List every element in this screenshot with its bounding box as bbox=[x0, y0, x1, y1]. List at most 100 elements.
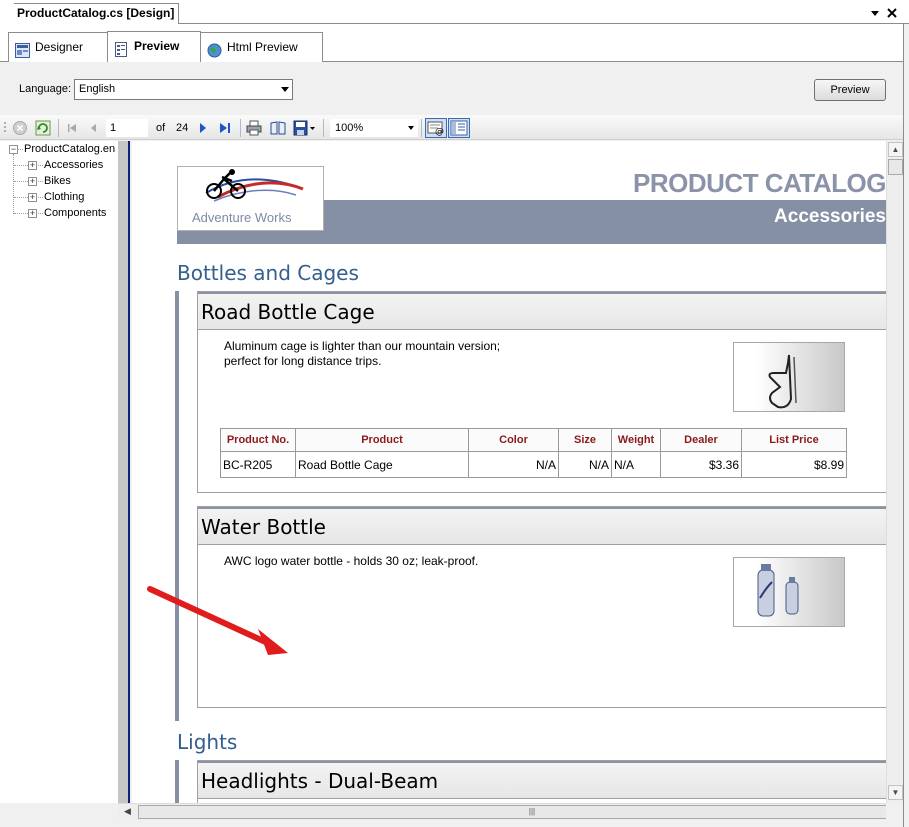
page-total-label: 24 bbox=[176, 122, 189, 134]
column-header: Color bbox=[468, 428, 559, 452]
tab-dropdown-icon[interactable] bbox=[868, 6, 882, 20]
water-bottle-image bbox=[733, 557, 845, 627]
scroll-corner bbox=[886, 803, 903, 820]
table-cell: $8.99 bbox=[741, 451, 847, 478]
language-label: Language: bbox=[19, 83, 71, 95]
product-description: Aluminum cage is lighter than our mounta… bbox=[224, 339, 501, 368]
horizontal-scrollbar[interactable]: ◀ ||| ▶ bbox=[118, 803, 909, 820]
column-header: Product bbox=[295, 428, 469, 452]
stop-icon[interactable] bbox=[12, 120, 28, 136]
category-bar bbox=[175, 760, 179, 803]
refresh-icon[interactable] bbox=[35, 120, 51, 136]
chevron-down-icon bbox=[408, 126, 414, 130]
product-table: Product No. Product Color Size Weight De… bbox=[220, 428, 847, 478]
document-map-tree: − ProductCatalog.en + Accessories + Bike… bbox=[0, 141, 118, 803]
bottle-cage-image bbox=[733, 342, 845, 412]
window-edge bbox=[903, 24, 909, 827]
table-cell: N/A bbox=[558, 451, 612, 478]
column-header: Product No. bbox=[220, 428, 296, 452]
document-tab[interactable]: ProductCatalog.cs [Design] bbox=[0, 3, 180, 25]
expand-icon[interactable]: + bbox=[28, 193, 37, 202]
table-cell: N/A bbox=[468, 451, 559, 478]
first-page-icon[interactable] bbox=[64, 120, 80, 136]
document-tab-title: ProductCatalog.cs [Design] bbox=[17, 6, 175, 20]
tab-preview[interactable]: Preview bbox=[107, 31, 201, 62]
globe-icon bbox=[207, 40, 222, 58]
chevron-down-icon bbox=[281, 87, 289, 92]
page-number-input[interactable]: 1 bbox=[106, 119, 148, 137]
tree-connector bbox=[14, 213, 28, 214]
document-map-icon[interactable] bbox=[448, 118, 470, 138]
toolbar-separator bbox=[323, 119, 324, 137]
tab-designer[interactable]: Designer bbox=[8, 32, 109, 62]
previous-page-icon[interactable] bbox=[86, 120, 102, 136]
tab-html-preview-label: Html Preview bbox=[227, 40, 298, 54]
scroll-left-icon[interactable]: ◀ bbox=[124, 806, 131, 817]
last-page-icon[interactable] bbox=[217, 120, 233, 136]
close-icon[interactable] bbox=[885, 6, 899, 20]
language-bar: Language: English Preview bbox=[0, 63, 909, 115]
tree-connector bbox=[14, 165, 28, 166]
view-tabs: Designer Preview Html Preview bbox=[0, 24, 909, 62]
scroll-down-icon[interactable]: ▼ bbox=[888, 785, 903, 800]
save-icon[interactable] bbox=[293, 120, 317, 136]
tree-connector bbox=[14, 197, 28, 198]
tree-connector bbox=[13, 154, 14, 214]
table-cell: BC-R205 bbox=[220, 451, 296, 478]
tree-item-accessories[interactable]: Accessories bbox=[44, 158, 103, 172]
tab-html-preview[interactable]: Html Preview bbox=[200, 32, 323, 62]
table-cell: Road Bottle Cage bbox=[295, 451, 469, 478]
page-layout-icon[interactable] bbox=[270, 120, 286, 136]
language-select-value: English bbox=[79, 83, 116, 95]
tree-connector bbox=[38, 213, 43, 214]
tree-item-components[interactable]: Components bbox=[44, 206, 106, 220]
splitter[interactable] bbox=[118, 141, 130, 803]
product-title: Headlights - Dual-Beam bbox=[198, 761, 886, 799]
document-tab-strip: ProductCatalog.cs [Design] bbox=[0, 0, 909, 25]
tree-item-bikes[interactable]: Bikes bbox=[44, 174, 71, 188]
category-title: Bottles and Cages bbox=[177, 261, 359, 285]
table-cell: N/A bbox=[611, 451, 661, 478]
zoom-select[interactable]: 100% bbox=[330, 119, 418, 137]
scroll-thumb[interactable] bbox=[888, 159, 903, 175]
language-select[interactable]: English bbox=[74, 79, 293, 100]
tab-preview-label: Preview bbox=[134, 39, 180, 53]
svg-text:@: @ bbox=[435, 127, 444, 137]
column-header: Weight bbox=[611, 428, 661, 452]
column-header: List Price bbox=[741, 428, 847, 452]
product-card: Road Bottle Cage Aluminum cage is lighte… bbox=[197, 291, 886, 493]
logo-text: Adventure Works bbox=[192, 210, 292, 225]
toolbar-separator bbox=[240, 119, 241, 137]
tree-connector bbox=[14, 181, 28, 182]
annotation-arrow-icon bbox=[147, 586, 288, 655]
product-title: Water Bottle bbox=[198, 507, 886, 545]
scroll-up-icon[interactable]: ▲ bbox=[888, 142, 903, 157]
email-icon[interactable]: @ bbox=[425, 118, 447, 138]
designer-icon bbox=[15, 40, 30, 58]
collapse-icon[interactable]: − bbox=[9, 145, 18, 154]
toolbar-separator bbox=[421, 119, 422, 137]
scroll-thumb[interactable]: ||| bbox=[138, 805, 909, 819]
product-description: AWC logo water bottle - holds 30 oz; lea… bbox=[224, 554, 479, 568]
tree-connector bbox=[38, 165, 43, 166]
table-row: BC-R205 Road Bottle Cage N/A N/A N/A $3.… bbox=[220, 451, 847, 478]
next-page-icon[interactable] bbox=[195, 120, 211, 136]
tree-connector bbox=[38, 181, 43, 182]
tree-root[interactable]: ProductCatalog.en bbox=[24, 142, 115, 156]
print-icon[interactable] bbox=[246, 120, 262, 136]
category-title: Lights bbox=[177, 730, 238, 754]
product-title: Road Bottle Cage bbox=[198, 292, 886, 330]
preview-button[interactable]: Preview bbox=[814, 79, 886, 101]
toolbar-separator bbox=[58, 119, 59, 137]
company-logo: Adventure Works bbox=[177, 166, 324, 231]
report-toolbar: 1 of 24 100% @ bbox=[0, 115, 909, 140]
table-cell: $3.36 bbox=[660, 451, 742, 478]
expand-icon[interactable]: + bbox=[28, 177, 37, 186]
vertical-scrollbar[interactable]: ▲ ▼ bbox=[886, 141, 903, 803]
tree-item-clothing[interactable]: Clothing bbox=[44, 190, 84, 204]
column-header: Dealer bbox=[660, 428, 742, 452]
expand-icon[interactable]: + bbox=[28, 209, 37, 218]
toolbar-grip-icon bbox=[3, 120, 7, 136]
expand-icon[interactable]: + bbox=[28, 161, 37, 170]
tree-connector bbox=[18, 149, 23, 150]
